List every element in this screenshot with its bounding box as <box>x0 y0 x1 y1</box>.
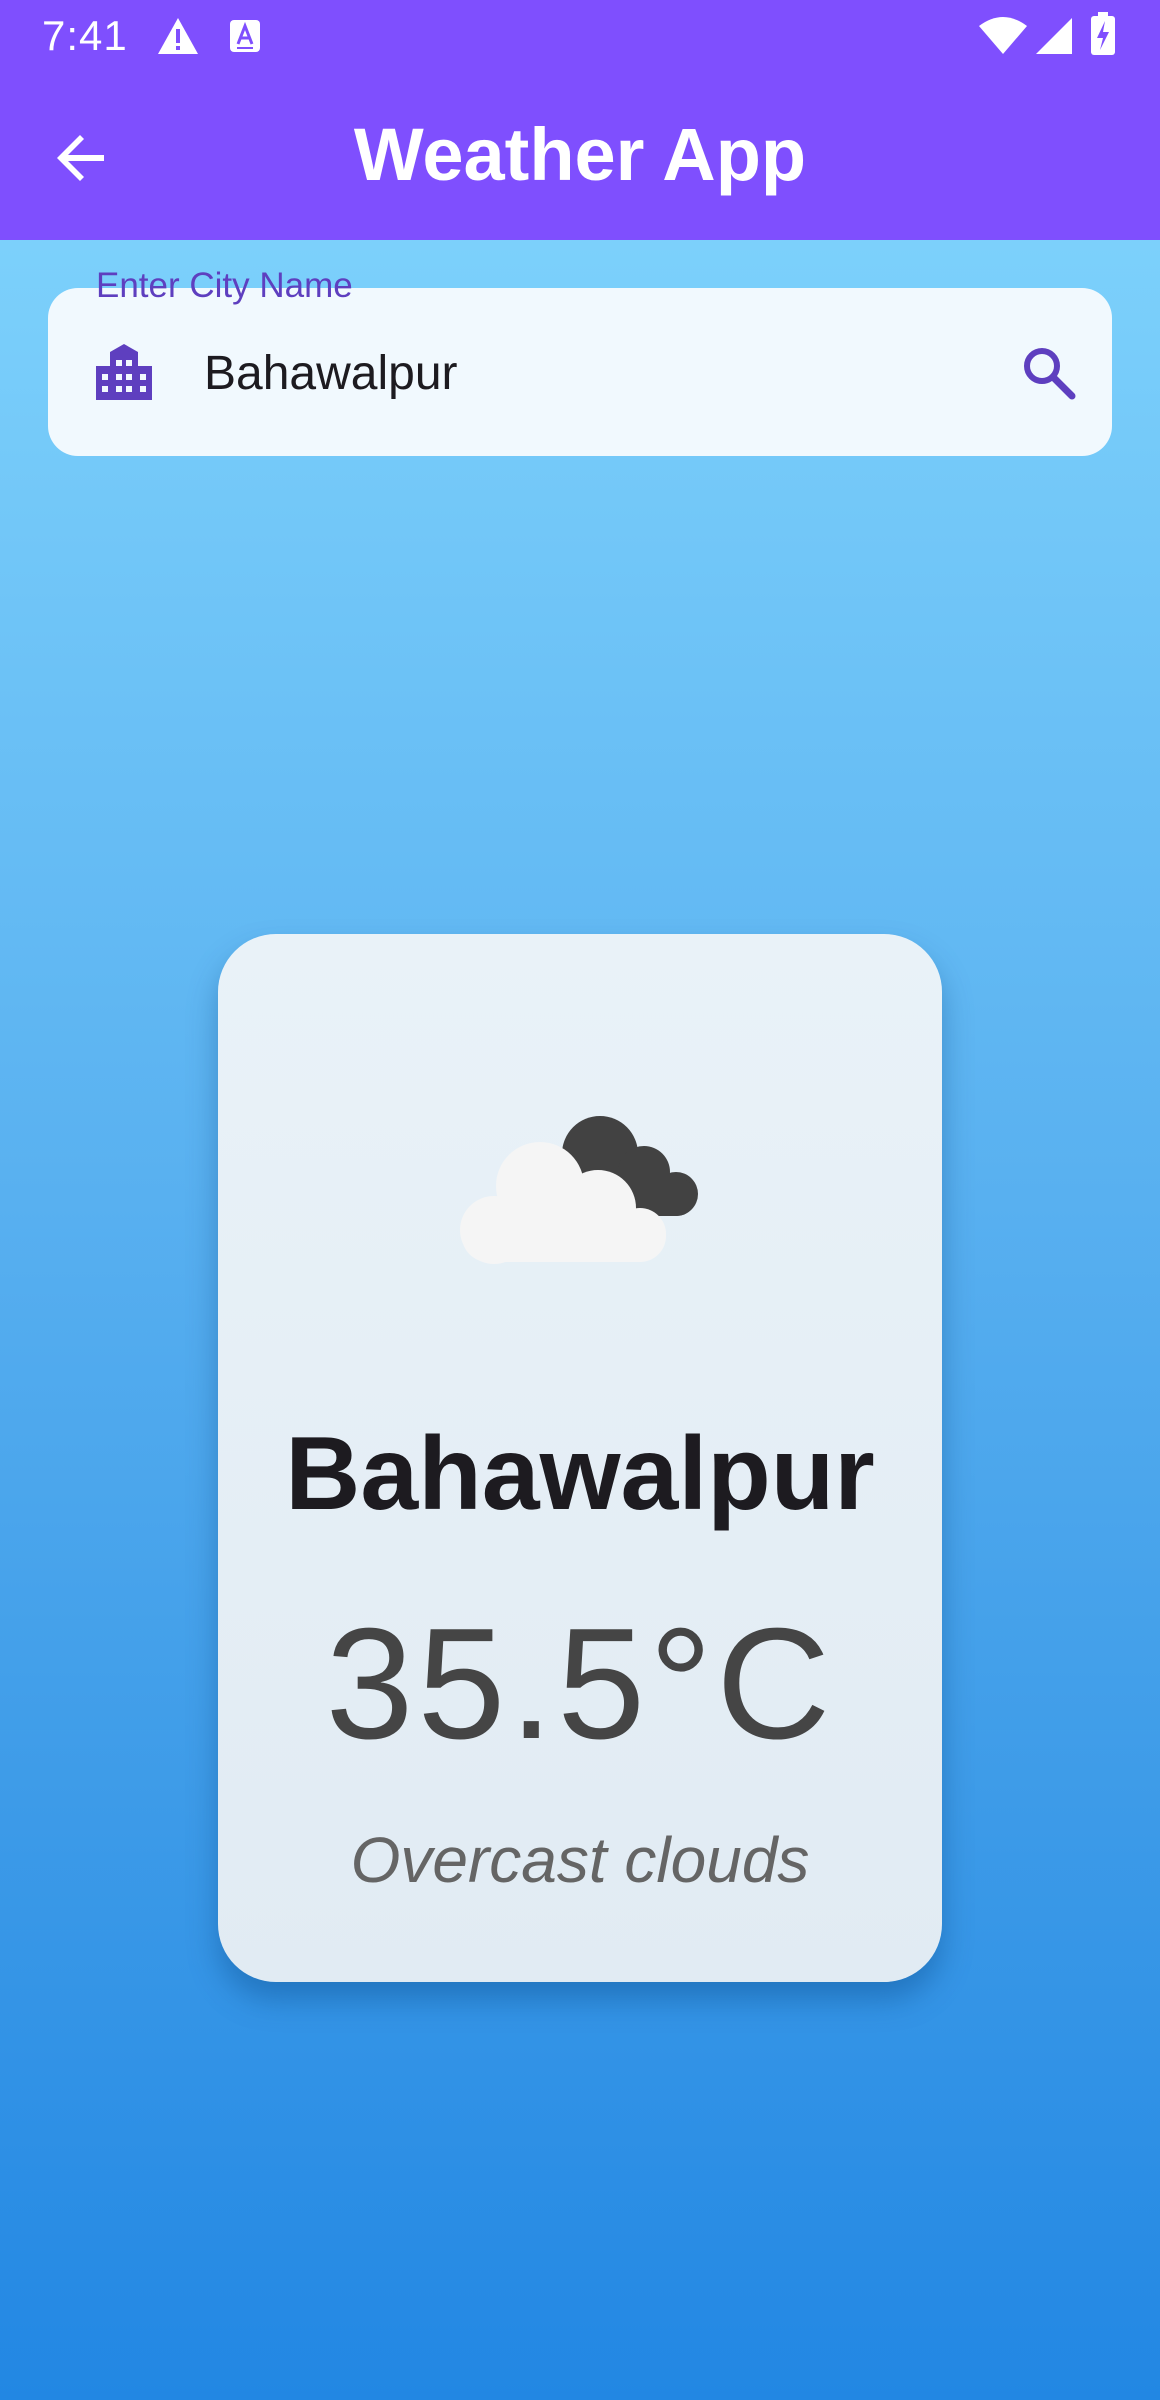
wifi-icon <box>978 16 1028 56</box>
warning-icon <box>156 16 200 56</box>
keyboard-a-icon <box>228 18 262 54</box>
city-input[interactable] <box>204 338 1004 408</box>
search-button[interactable] <box>1004 328 1092 416</box>
status-time: 7:41 <box>42 12 128 59</box>
temperature: 35.5°C <box>325 1596 835 1772</box>
weather-description: Overcast clouds <box>350 1824 810 1896</box>
location-city-icon <box>92 340 156 404</box>
weather-card: Bahawalpur 35.5°C Overcast clouds <box>218 934 942 1982</box>
battery-charging-icon <box>1090 12 1116 56</box>
city-name: Bahawalpur <box>285 1416 875 1532</box>
city-field-label: Enter City Name <box>96 266 353 305</box>
app-title: Weather App <box>353 113 807 196</box>
signal-icon <box>1034 16 1074 56</box>
city-search-field[interactable] <box>48 288 1112 456</box>
app-bar: Weather App <box>0 72 1160 240</box>
search-icon <box>1020 344 1076 400</box>
status-bar: 7:41 <box>0 0 1160 72</box>
overcast-clouds-icon <box>450 1098 710 1268</box>
